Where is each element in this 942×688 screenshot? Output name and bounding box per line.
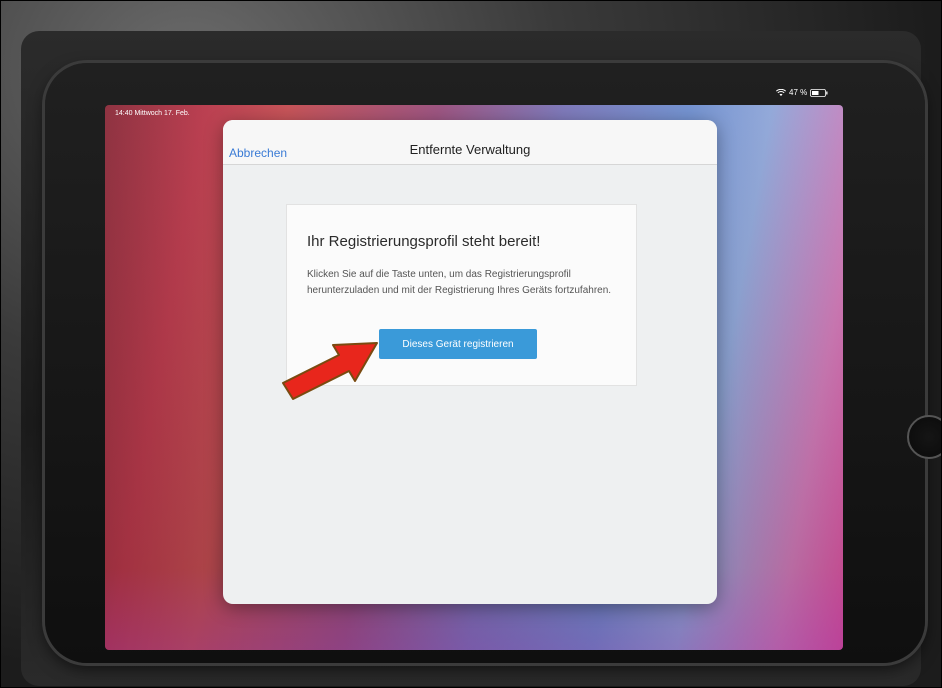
card-description: Klicken Sie auf die Taste unten, um das … bbox=[307, 269, 612, 296]
home-button[interactable] bbox=[907, 415, 941, 459]
photo-frame: 14:40 Mittwoch 17. Feb. 47 % Abbrechen E… bbox=[0, 0, 942, 688]
status-time-date: 14:40 Mittwoch 17. Feb. bbox=[115, 110, 190, 117]
modal-header: Abbrechen Entfernte Verwaltung bbox=[223, 120, 717, 165]
red-arrow-icon bbox=[282, 342, 378, 400]
wifi-icon bbox=[776, 88, 786, 96]
card-heading: Ihr Registrierungsprofil steht bereit! bbox=[307, 233, 541, 250]
status-right: 47 % bbox=[776, 88, 828, 97]
battery-percent: 47 % bbox=[789, 88, 808, 97]
battery-icon bbox=[810, 88, 828, 97]
modal-title: Entfernte Verwaltung bbox=[409, 142, 531, 157]
register-device-button[interactable]: Dieses Gerät registrieren bbox=[379, 329, 537, 359]
